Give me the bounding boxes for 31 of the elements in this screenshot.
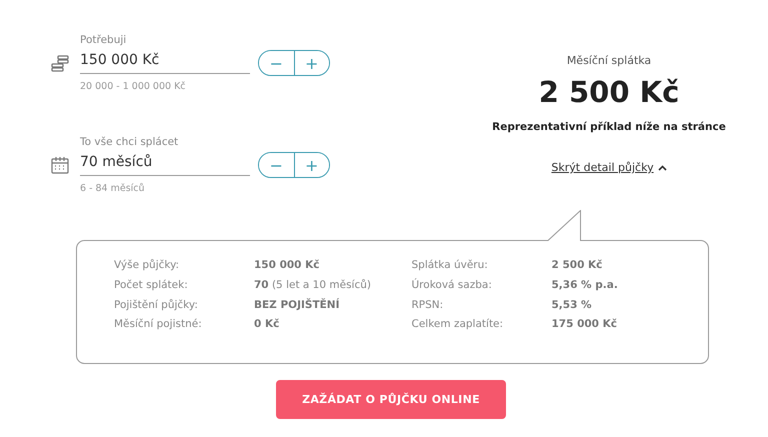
detail-value: 5,53 % (552, 298, 593, 312)
range-hint: 6 - 84 měsíců (80, 183, 146, 194)
detail-label: Splátka úvěru: (412, 258, 489, 273)
detail-label: Úroková sazba: (412, 278, 493, 293)
toggle-details-link[interactable]: Skrýt detail půjčky (551, 161, 654, 174)
field-label: To vše chci splácet (80, 136, 180, 148)
detail-label: Měsíční pojistné: (114, 317, 203, 332)
calendar-icon (50, 155, 70, 175)
increase-button[interactable]: + (294, 51, 329, 75)
range-hint: 20 000 - 1 000 000 Kč (80, 81, 187, 92)
input-field[interactable]: 150 000 Kč (80, 52, 250, 74)
input-field[interactable]: 70 měsíců (80, 154, 250, 176)
increase-button[interactable]: + (294, 153, 329, 177)
detail-label: Pojištění půjčky: (114, 298, 199, 312)
detail-value: 70 (5 let a 10 měsíců) (254, 278, 372, 293)
field-label: Potřebuji (80, 34, 128, 46)
detail-label: Počet splátek: (114, 278, 189, 293)
detail-value: 0 Kč (254, 317, 280, 332)
summary-label: Měsíční splátka (566, 54, 652, 67)
detail-value: BEZ POJIŠTĚNÍ (254, 298, 340, 312)
detail-label: RPSN: (412, 298, 444, 312)
detail-value: 150 000 Kč (254, 258, 321, 273)
detail-value: 2 500 Kč (552, 258, 604, 273)
money-stack-icon (50, 53, 70, 73)
monthly-amount: 2 500 Kč (538, 75, 680, 109)
representative-note: Reprezentativní příklad níže na stránce (492, 121, 726, 133)
detail-label: Celkem zaplatíte: (412, 317, 504, 332)
detail-value: 5,36 % p.a. (552, 278, 619, 293)
detail-value: 175 000 Kč (552, 317, 618, 332)
apply-online-button[interactable]: ZAŽÁDAT O PŮJČKU ONLINE (276, 380, 506, 419)
detail-label: Výše půjčky: (114, 258, 180, 273)
